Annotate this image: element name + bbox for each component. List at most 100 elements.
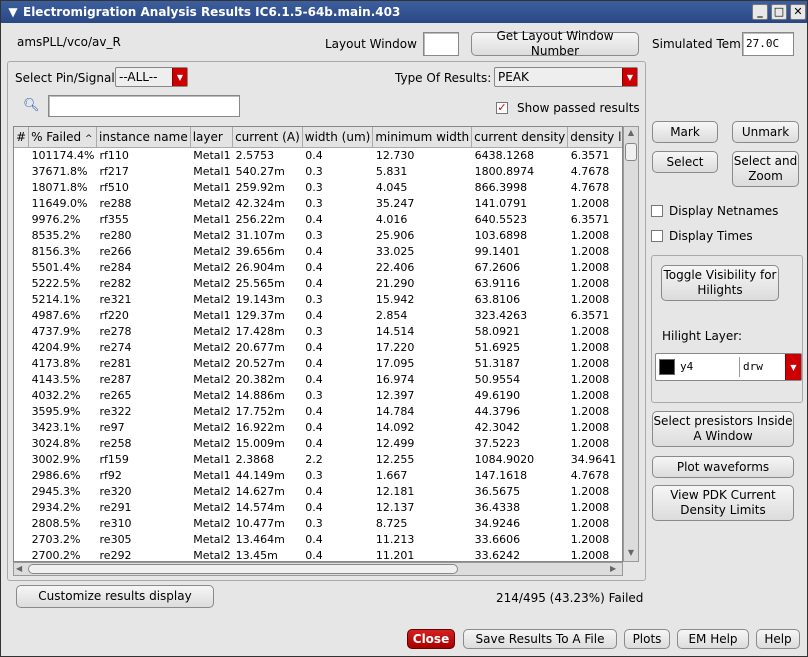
view-pdk-limits-button[interactable]: View PDK Current Density Limits bbox=[652, 485, 794, 521]
column-header-density-limit[interactable]: density l bbox=[567, 127, 622, 148]
table-row[interactable]: 4032.2% re265 Metal2 14.886m 0.3 12.397 49.619… bbox=[14, 388, 622, 404]
table-row[interactable]: 18071.8% rf510 Metal1 259.92m 0.3 4.045 866.39… bbox=[14, 180, 622, 196]
column-header-instance[interactable]: instance name bbox=[96, 127, 191, 148]
table-row[interactable]: 3024.8% re258 Metal2 15.009m 0.4 12.499 37.522… bbox=[14, 436, 622, 452]
column-header-current[interactable]: current (A) bbox=[232, 127, 303, 148]
sim-temp-field[interactable]: 27.0C bbox=[742, 32, 794, 56]
table-cell: rf92 bbox=[99, 468, 122, 482]
type-of-results-select[interactable]: PEAK ▼ bbox=[494, 67, 638, 87]
table-row[interactable]: 8535.2% re280 Metal2 31.107m 0.3 25.906 103.68… bbox=[14, 228, 622, 244]
customize-results-button[interactable]: Customize results display bbox=[16, 585, 214, 608]
table-body: 101174.4% rf110 Metal1 2.5753 0.4 12.730 6438.… bbox=[14, 147, 622, 562]
chevron-down-icon[interactable]: ▼ bbox=[5, 4, 21, 20]
pin-signal-select[interactable]: --ALL-- ▼ bbox=[115, 67, 188, 87]
select-button[interactable]: Select bbox=[652, 151, 718, 173]
table-cell: 11649.0% bbox=[31, 196, 88, 210]
table-cell: Metal2 bbox=[193, 420, 231, 434]
table-row[interactable]: 2808.5% re310 Metal2 10.477m 0.3 8.725 34.9246… bbox=[14, 516, 622, 532]
layout-window-field[interactable] bbox=[423, 32, 459, 56]
select-and-zoom-button[interactable]: Select and Zoom bbox=[732, 151, 799, 187]
table-cell: re282 bbox=[99, 276, 132, 290]
table-cell: 19.143m bbox=[235, 292, 285, 306]
table-row[interactable]: 2703.2% re305 Metal2 13.464m 0.4 11.213 33.660… bbox=[14, 532, 622, 548]
scroll-up-icon[interactable]: ▲ bbox=[625, 128, 637, 138]
chevron-down-icon[interactable]: ▼ bbox=[785, 354, 801, 380]
sort-ascending-icon: ^ bbox=[84, 133, 93, 144]
table-row[interactable]: 2934.2% re291 Metal2 14.574m 0.4 12.137 36.433… bbox=[14, 500, 622, 516]
table-row[interactable]: 3002.9% rf159 Metal1 2.3868 2.2 12.255 1084.90… bbox=[14, 452, 622, 468]
table-cell: 33.025 bbox=[375, 244, 415, 258]
table-cell: 20.677m bbox=[235, 340, 285, 354]
table-row[interactable]: 2986.6% rf92 Metal1 44.149m 0.3 1.667 147.1618… bbox=[14, 468, 622, 484]
table-cell: 50.9554 bbox=[474, 372, 521, 386]
table-row[interactable]: 4204.9% re274 Metal2 20.677m 0.4 17.220 51.692… bbox=[14, 340, 622, 356]
show-passed-checkbox[interactable]: ✓ bbox=[496, 102, 508, 114]
table-cell: 8156.3% bbox=[31, 244, 81, 258]
scroll-right-icon[interactable]: ▶ bbox=[610, 563, 616, 575]
vertical-scroll-thumb[interactable] bbox=[625, 143, 637, 161]
table-row[interactable]: 5501.4% re284 Metal2 26.904m 0.4 22.406 67.260… bbox=[14, 260, 622, 276]
table-row[interactable]: 8156.3% re266 Metal2 39.656m 0.4 33.025 99.140… bbox=[14, 244, 622, 260]
maximize-icon[interactable]: □ bbox=[771, 4, 787, 20]
mark-button[interactable]: Mark bbox=[652, 121, 718, 143]
plot-waveforms-button[interactable]: Plot waveforms bbox=[652, 456, 794, 478]
table-cell: 103.6898 bbox=[474, 228, 528, 242]
table-cell: 14.627m bbox=[235, 484, 285, 498]
get-layout-window-button[interactable]: Get Layout Window Number bbox=[471, 29, 639, 58]
table-cell: 63.8106 bbox=[474, 292, 521, 306]
select-presistors-button[interactable]: Select presistors Inside A Window bbox=[652, 411, 794, 447]
table-row[interactable]: 4987.6% rf220 Metal1 129.37m 0.4 2.854 323.426… bbox=[14, 308, 622, 324]
table-row[interactable]: 101174.4% rf110 Metal1 2.5753 0.4 12.730 6438.… bbox=[14, 147, 622, 164]
display-netnames-checkbox[interactable] bbox=[651, 205, 663, 217]
display-times-checkbox[interactable] bbox=[651, 230, 663, 242]
table-row[interactable]: 3423.1% re97 Metal2 16.922m 0.4 14.092 42.3042… bbox=[14, 420, 622, 436]
table-cell: Metal2 bbox=[193, 372, 231, 386]
table-row[interactable]: 2945.3% re320 Metal2 14.627m 0.4 12.181 36.567… bbox=[14, 484, 622, 500]
column-header-failed[interactable]: % Failed ^ bbox=[28, 127, 98, 148]
column-header-width[interactable]: width (um) bbox=[302, 127, 374, 148]
table-cell: 26.904m bbox=[235, 260, 285, 274]
horizontal-scrollbar[interactable]: ◀ ▶ bbox=[13, 562, 623, 576]
table-cell bbox=[14, 372, 29, 388]
table-row[interactable]: 5214.1% re321 Metal2 19.143m 0.3 15.942 63.810… bbox=[14, 292, 622, 308]
table-row[interactable]: 9976.2% rf355 Metal1 256.22m 0.4 4.016 640.552… bbox=[14, 212, 622, 228]
table-cell: 1.2008 bbox=[570, 436, 610, 450]
chevron-down-icon[interactable]: ▼ bbox=[172, 68, 187, 86]
vertical-scrollbar[interactable]: ▲ ▼ bbox=[623, 126, 639, 562]
table-cell: 34.9246 bbox=[474, 516, 521, 530]
scroll-left-icon[interactable]: ◀ bbox=[16, 563, 22, 575]
table-cell: 42.3042 bbox=[474, 420, 521, 434]
table-cell: re321 bbox=[99, 292, 132, 306]
table-cell: rf159 bbox=[99, 452, 129, 466]
chevron-down-icon[interactable]: ▼ bbox=[622, 68, 637, 86]
table-row[interactable]: 4173.8% re281 Metal2 20.527m 0.4 17.095 51.318… bbox=[14, 356, 622, 372]
close-button[interactable]: Close bbox=[407, 629, 455, 649]
hilight-purpose-value: drw bbox=[743, 360, 763, 373]
table-row[interactable]: 4737.9% re278 Metal2 17.428m 0.3 14.514 58.092… bbox=[14, 324, 622, 340]
column-header-min-width[interactable]: minimum width bbox=[372, 127, 473, 148]
em-help-button[interactable]: EM Help bbox=[677, 629, 749, 649]
table-row[interactable]: 2700.2% re292 Metal2 13.45m 0.4 11.201 33.6242… bbox=[14, 548, 622, 562]
save-results-button[interactable]: Save Results To A File bbox=[463, 629, 617, 649]
results-table[interactable]: # % Failed ^ instance name layer current… bbox=[13, 126, 623, 562]
table-cell: re287 bbox=[99, 372, 132, 386]
scroll-down-icon[interactable]: ▼ bbox=[625, 548, 637, 558]
column-header-current-density[interactable]: current density bbox=[471, 127, 569, 148]
minimize-icon[interactable]: _ bbox=[752, 4, 768, 20]
plots-button[interactable]: Plots bbox=[624, 629, 670, 649]
table-cell: 8535.2% bbox=[31, 228, 81, 242]
help-button[interactable]: Help bbox=[756, 629, 800, 649]
column-header-layer[interactable]: layer bbox=[190, 127, 234, 148]
search-input[interactable] bbox=[48, 95, 240, 117]
toggle-visibility-button[interactable]: Toggle Visibility for Hilights bbox=[661, 265, 779, 301]
column-header-index[interactable]: # bbox=[14, 127, 30, 148]
table-row[interactable]: 4143.5% re287 Metal2 20.382m 0.4 16.974 50.955… bbox=[14, 372, 622, 388]
table-row[interactable]: 5222.5% re282 Metal2 25.565m 0.4 21.290 63.911… bbox=[14, 276, 622, 292]
table-row[interactable]: 11649.0% re288 Metal2 42.324m 0.3 35.247 141.0… bbox=[14, 196, 622, 212]
unmark-button[interactable]: Unmark bbox=[732, 121, 799, 143]
close-icon[interactable]: ✕ bbox=[790, 4, 806, 20]
hilight-layer-select[interactable]: y4 drw ▼ bbox=[655, 353, 802, 381]
table-row[interactable]: 37671.8% rf217 Metal1 540.27m 0.3 5.831 1800.8… bbox=[14, 164, 622, 180]
horizontal-scroll-thumb[interactable] bbox=[28, 564, 458, 574]
table-row[interactable]: 3595.9% re322 Metal2 17.752m 0.4 14.784 44.379… bbox=[14, 404, 622, 420]
